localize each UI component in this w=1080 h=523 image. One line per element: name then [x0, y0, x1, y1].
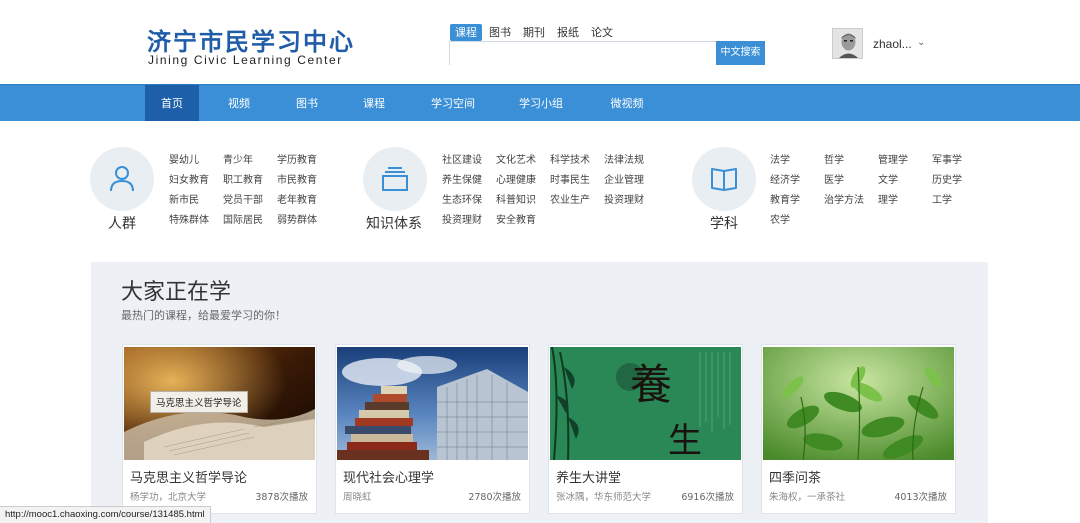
crowd-link[interactable]: 特殊群体: [169, 211, 209, 226]
subject-link[interactable]: 管理学: [878, 151, 908, 166]
crowd-category-label[interactable]: 人群: [108, 213, 136, 233]
knowledge-link[interactable]: 时事民生: [550, 171, 590, 186]
subject-link[interactable]: 医学: [824, 171, 844, 186]
person-icon: [110, 166, 134, 192]
subject-category-label[interactable]: 学科: [710, 213, 738, 233]
course-meta: 朱海权，一承茶社: [769, 492, 846, 503]
main-nav: 首页 视频 图书 课程 学习空间 学习小组 微视频: [0, 84, 1080, 122]
search-type-tabs: 课程 图书 期刊 报纸 论文: [450, 24, 618, 41]
search-tab-book[interactable]: 图书: [484, 24, 516, 41]
subject-link[interactable]: 文学: [878, 171, 898, 186]
crowd-link[interactable]: 弱势群体: [277, 211, 317, 226]
knowledge-link[interactable]: 心理健康: [496, 171, 536, 186]
search-box: [449, 41, 717, 65]
knowledge-link[interactable]: 法律法规: [604, 151, 644, 166]
nav-books[interactable]: 图书: [282, 85, 332, 122]
trending-title: 大家正在学: [121, 280, 232, 305]
subject-link[interactable]: 历史学: [932, 171, 962, 186]
course-meta: 张冰隅，华东师范大学: [556, 492, 652, 503]
subject-link[interactable]: 教育学: [770, 191, 800, 206]
search-tab-newspaper[interactable]: 报纸: [552, 24, 584, 41]
knowledge-category-label[interactable]: 知识体系: [366, 213, 422, 233]
course-image: [337, 347, 528, 460]
course-title[interactable]: 四季问茶: [769, 467, 821, 486]
course-image-char: 生: [668, 421, 702, 460]
course-title[interactable]: 现代社会心理学: [343, 467, 434, 486]
book-icon: [711, 168, 737, 191]
subject-link[interactable]: 经济学: [770, 171, 800, 186]
crowd-link[interactable]: 党员干部: [223, 191, 263, 206]
subject-link[interactable]: 军事学: [932, 151, 962, 166]
trending-subtitle: 最热门的课程，给最爱学习的你！: [121, 309, 286, 322]
search-input[interactable]: [450, 43, 717, 65]
logo-title[interactable]: 济宁市民学习中心: [147, 22, 355, 57]
crowd-link[interactable]: 婴幼儿: [169, 151, 199, 166]
crowd-link[interactable]: 国际居民: [223, 211, 263, 226]
subject-link[interactable]: 法学: [770, 151, 790, 166]
crowd-link[interactable]: 老年教育: [277, 191, 317, 206]
knowledge-link[interactable]: 投资理财: [442, 211, 482, 226]
knowledge-link[interactable]: 科学技术: [550, 151, 590, 166]
knowledge-category-badge[interactable]: [363, 147, 427, 211]
category-section: 人群 婴幼儿 青少年 学历教育 妇女教育 职工教育 市民教育 新市民 党员干部 …: [0, 121, 1080, 262]
subject-link[interactable]: 哲学: [824, 151, 844, 166]
course-card[interactable]: 马克思主义哲学导论 马克思主义哲学导论 杨学功，北京大学 3878次播放: [122, 344, 317, 514]
crowd-link[interactable]: 妇女教育: [169, 171, 209, 186]
course-card[interactable]: 養 生 养生大讲堂 张冰隅，华东师范大学 6916次播放: [548, 344, 743, 514]
knowledge-link[interactable]: 文化艺术: [496, 151, 536, 166]
nav-learning-space[interactable]: 学习空间: [420, 85, 486, 122]
subject-link[interactable]: 治学方法: [824, 191, 864, 206]
logo-subtitle: Jining Civic Learning Center: [148, 53, 343, 67]
chevron-down-icon[interactable]: ⌄: [917, 37, 925, 48]
subject-link[interactable]: 农学: [770, 211, 790, 226]
course-plays: 3878次播放: [255, 492, 308, 503]
knowledge-link[interactable]: 生态环保: [442, 191, 482, 206]
nav-video[interactable]: 视频: [214, 85, 264, 122]
course-title[interactable]: 马克思主义哲学导论: [130, 467, 247, 486]
nav-micro-video[interactable]: 微视频: [600, 85, 654, 122]
course-image: 養 生: [550, 347, 741, 460]
search-tab-course[interactable]: 课程: [450, 24, 482, 41]
nav-courses[interactable]: 课程: [349, 85, 399, 122]
layers-icon: [382, 167, 408, 191]
crowd-link[interactable]: 新市民: [169, 191, 199, 206]
crowd-link[interactable]: 市民教育: [277, 171, 317, 186]
course-image: [763, 347, 954, 460]
course-plays: 6916次播放: [681, 492, 734, 503]
crowd-link[interactable]: 青少年: [223, 151, 253, 166]
search-tab-thesis[interactable]: 论文: [586, 24, 618, 41]
crowd-link[interactable]: 学历教育: [277, 151, 317, 166]
site-header: 济宁市民学习中心 Jining Civic Learning Center 课程…: [0, 0, 1080, 84]
subject-category-badge[interactable]: [692, 147, 756, 211]
knowledge-link[interactable]: 农业生产: [550, 191, 590, 206]
course-plays: 2780次播放: [468, 492, 521, 503]
course-image: 马克思主义哲学导论: [124, 347, 315, 460]
knowledge-link[interactable]: 养生保健: [442, 171, 482, 186]
knowledge-link[interactable]: 科普知识: [496, 191, 536, 206]
course-meta: 杨学功，北京大学: [130, 492, 207, 503]
knowledge-link[interactable]: 社区建设: [442, 151, 482, 166]
nav-home[interactable]: 首页: [145, 85, 199, 122]
subject-link[interactable]: 理学: [878, 191, 898, 206]
course-image-char: 養: [630, 360, 673, 409]
course-meta: 周晓虹: [343, 492, 372, 503]
course-card[interactable]: 四季问茶 朱海权，一承茶社 4013次播放: [761, 344, 956, 514]
knowledge-link[interactable]: 企业管理: [604, 171, 644, 186]
search-button[interactable]: 中文搜索: [716, 41, 765, 65]
browser-status-bar: http://mooc1.chaoxing.com/course/131485.…: [0, 506, 211, 523]
crowd-link[interactable]: 职工教育: [223, 171, 263, 186]
course-plays: 4013次播放: [894, 492, 947, 503]
crowd-category-badge[interactable]: [90, 147, 154, 211]
username[interactable]: zhaol...: [873, 37, 912, 51]
subject-link[interactable]: 工学: [932, 191, 952, 206]
course-image-caption: 马克思主义哲学导论: [150, 391, 248, 413]
nav-study-group[interactable]: 学习小组: [508, 85, 574, 122]
course-title[interactable]: 养生大讲堂: [556, 467, 621, 486]
avatar[interactable]: [832, 28, 863, 59]
search-tab-journal[interactable]: 期刊: [518, 24, 550, 41]
knowledge-link[interactable]: 安全教育: [496, 211, 536, 226]
knowledge-link[interactable]: 投资理财: [604, 191, 644, 206]
course-card[interactable]: 现代社会心理学 周晓虹 2780次播放: [335, 344, 530, 514]
